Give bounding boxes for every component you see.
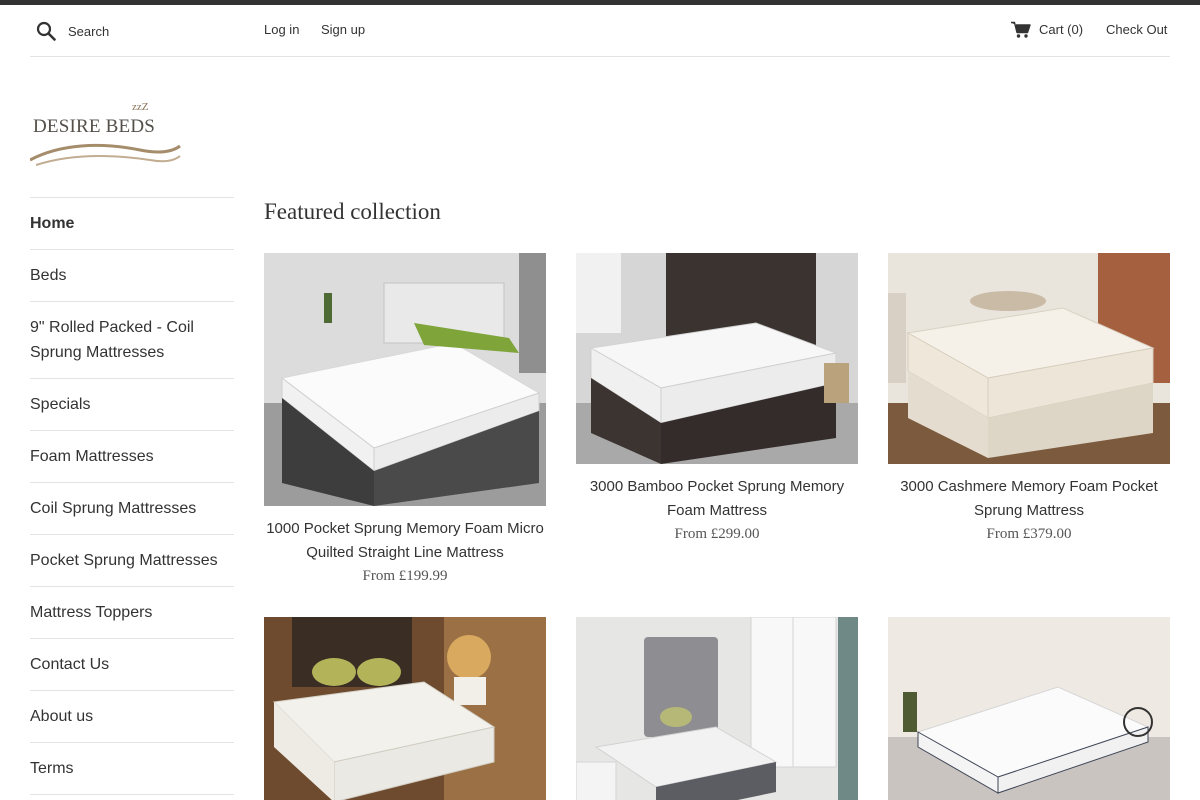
product-price: From £199.99 — [362, 568, 448, 584]
login-link[interactable]: Log in — [264, 22, 299, 37]
sidebar-item-home[interactable]: Home — [30, 198, 234, 250]
product-card[interactable]: 1000 Pocket Sprung Memory Foam Micro Qui… — [264, 253, 546, 585]
product-card[interactable]: 3000 Cashmere Memory Foam Pocket Sprung … — [888, 253, 1170, 543]
section-title: Featured collection — [264, 199, 441, 224]
product-image[interactable] — [888, 617, 1170, 800]
product-title[interactable]: 3000 Cashmere Memory Foam Pocket Sprung … — [888, 475, 1170, 523]
cart-link[interactable]: Cart (0) — [1039, 22, 1083, 37]
product-price: From £379.00 — [986, 526, 1072, 542]
sidebar-item-pocket-sprung[interactable]: Pocket Sprung Mattresses — [30, 535, 234, 587]
signup-link[interactable]: Sign up — [321, 22, 365, 37]
sidebar-item-mattress-toppers[interactable]: Mattress Toppers — [30, 587, 234, 639]
search-icon[interactable] — [36, 21, 56, 41]
search-input[interactable] — [68, 19, 248, 43]
product-card[interactable]: 3000 Bamboo Pocket Sprung Memory Foam Ma… — [576, 253, 858, 543]
sidebar-item-coil-sprung[interactable]: Coil Sprung Mattresses — [30, 483, 234, 535]
sidebar-item-contact-us[interactable]: Contact Us — [30, 639, 234, 691]
product-image[interactable] — [576, 253, 858, 464]
logo-zzz: zzZ — [132, 101, 149, 113]
sidebar-item-specials[interactable]: Specials — [30, 379, 234, 431]
sidebar-item-beds[interactable]: Beds — [30, 250, 234, 302]
product-card[interactable] — [576, 617, 858, 800]
product-image[interactable] — [888, 253, 1170, 464]
product-card[interactable] — [264, 617, 546, 800]
product-price: From £299.00 — [674, 526, 760, 542]
sidebar-nav: Home Beds 9" Rolled Packed - Coil Sprung… — [30, 197, 234, 795]
product-title[interactable]: 3000 Bamboo Pocket Sprung Memory Foam Ma… — [576, 475, 858, 523]
sidebar-item-rolled-packed[interactable]: 9" Rolled Packed - Coil Sprung Mattresse… — [30, 302, 234, 379]
sidebar-item-foam-mattresses[interactable]: Foam Mattresses — [30, 431, 234, 483]
cart-icon[interactable] — [1011, 21, 1031, 39]
product-card[interactable] — [888, 617, 1170, 800]
product-image[interactable] — [264, 617, 546, 800]
checkout-link[interactable]: Check Out — [1106, 22, 1167, 37]
product-title[interactable]: 1000 Pocket Sprung Memory Foam Micro Qui… — [264, 517, 546, 565]
brand-name: DESIRE BEDS — [33, 116, 156, 137]
product-image[interactable] — [264, 253, 546, 506]
sidebar-item-terms[interactable]: Terms — [30, 743, 234, 795]
brand-logo[interactable]: zzZ DESIRE BEDS — [30, 88, 182, 170]
site-header: Log in Sign up Cart (0) Check Out — [30, 5, 1170, 57]
product-image[interactable] — [576, 617, 858, 800]
sidebar-item-about-us[interactable]: About us — [30, 691, 234, 743]
